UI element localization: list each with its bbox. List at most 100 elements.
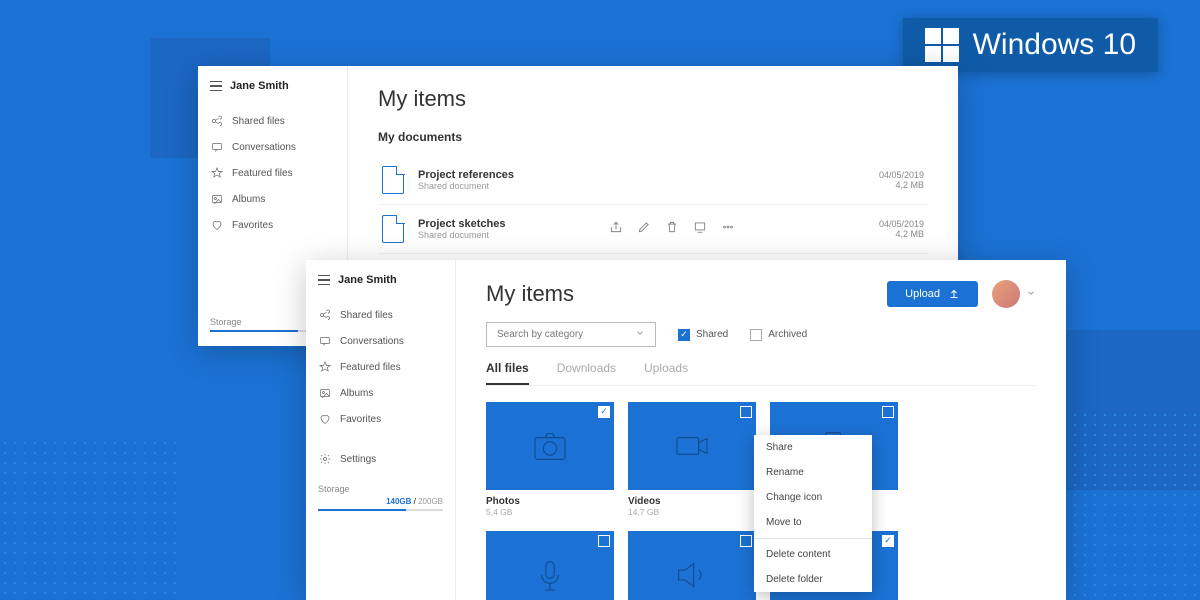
download-icon[interactable] — [693, 220, 707, 239]
document-subtitle: Shared document — [418, 230, 505, 240]
filters: Search by category Shared Archived — [486, 322, 1036, 347]
chevron-down-icon[interactable] — [1026, 285, 1036, 303]
sidebar-item-label: Albums — [340, 388, 373, 399]
storage-label: Storage — [318, 484, 443, 494]
topbar: My items Upload — [486, 280, 1036, 308]
card-checkbox-icon[interactable] — [598, 535, 610, 547]
page-title: My items — [486, 281, 574, 307]
sidebar-item-label: Featured files — [340, 362, 401, 373]
document-date: 04/05/2019 — [879, 219, 924, 229]
tab-downloads[interactable]: Downloads — [557, 361, 616, 385]
star-icon — [210, 166, 224, 180]
sidebar-item-featured-files[interactable]: Featured files — [210, 160, 335, 186]
windows-badge: Windows 10 — [903, 18, 1158, 72]
ctx-delete-folder[interactable]: Delete folder — [754, 567, 872, 592]
more-icon[interactable] — [721, 220, 735, 239]
filter-archived-checkbox[interactable]: Archived — [750, 329, 807, 341]
image-icon — [318, 386, 332, 400]
sidebar-header: Jane Smith — [318, 274, 443, 286]
document-row[interactable]: Project references Shared document 04/05… — [378, 156, 928, 205]
chevron-down-icon — [635, 328, 645, 341]
context-menu: Share Rename Change icon Move to Delete … — [754, 435, 872, 592]
sidebar-item-shared-files[interactable]: Shared files — [318, 302, 443, 328]
sidebar-item-conversations[interactable]: Conversations — [318, 328, 443, 354]
ctx-delete-content[interactable]: Delete content — [754, 542, 872, 567]
storage-values: 140GB / 200GB — [318, 497, 443, 506]
speaker-icon — [672, 555, 712, 595]
ctx-move-to[interactable]: Move to — [754, 510, 872, 535]
tab-all-files[interactable]: All files — [486, 361, 529, 385]
folder-card[interactable] — [628, 531, 756, 600]
sidebar-item-label: Conversations — [340, 336, 404, 347]
edit-icon[interactable] — [637, 220, 651, 239]
sidebar-item-label: Shared files — [232, 116, 285, 127]
card-checkbox-icon[interactable] — [598, 406, 610, 418]
menu-icon[interactable] — [318, 275, 330, 285]
sidebar-item-label: Featured files — [232, 168, 293, 179]
document-name: Project sketches — [418, 218, 505, 230]
sidebar-item-label: Conversations — [232, 142, 296, 153]
sidebar-item-favorites[interactable]: Favorites — [210, 212, 335, 238]
chat-icon — [210, 140, 224, 154]
ctx-share[interactable]: Share — [754, 435, 872, 460]
upload-button[interactable]: Upload — [887, 281, 978, 307]
card-name: Photos — [486, 496, 614, 507]
windows-logo-icon — [925, 28, 959, 62]
section-title: My documents — [378, 130, 928, 144]
sidebar-header: Jane Smith — [210, 80, 335, 92]
category-select[interactable]: Search by category — [486, 322, 656, 347]
tab-uploads[interactable]: Uploads — [644, 361, 688, 385]
sidebar-item-settings[interactable]: Settings — [318, 446, 443, 472]
folder-card[interactable]: Photos 5,4 GB — [486, 402, 614, 517]
folder-card[interactable]: Videos 14,7 GB — [628, 402, 756, 517]
user-name: Jane Smith — [338, 274, 397, 286]
sidebar-item-label: Favorites — [232, 220, 273, 231]
avatar[interactable] — [992, 280, 1020, 308]
sidebar-item-label: Favorites — [340, 414, 381, 425]
card-checkbox-icon[interactable] — [882, 535, 894, 547]
gear-icon — [318, 452, 332, 466]
document-size: 4,2 MB — [879, 229, 924, 239]
window-grid-view: Jane Smith Shared files Conversations Fe… — [306, 260, 1066, 600]
card-checkbox-icon[interactable] — [740, 535, 752, 547]
sidebar-item-favorites[interactable]: Favorites — [318, 406, 443, 432]
share-icon — [210, 114, 224, 128]
camera-icon — [530, 426, 570, 466]
ctx-change-icon[interactable]: Change icon — [754, 485, 872, 510]
document-icon — [382, 166, 404, 194]
document-row[interactable]: Project sketches Shared document 04/05/2… — [378, 205, 928, 254]
folder-card[interactable]: Voice recordings — [486, 531, 614, 600]
sidebar-item-conversations[interactable]: Conversations — [210, 134, 335, 160]
separator — [754, 538, 872, 539]
document-size: 4,2 MB — [879, 180, 924, 190]
image-icon — [210, 192, 224, 206]
row-actions — [609, 220, 735, 239]
document-date: 04/05/2019 — [879, 170, 924, 180]
sidebar-item-featured-files[interactable]: Featured files — [318, 354, 443, 380]
user-name: Jane Smith — [230, 80, 289, 92]
card-checkbox-icon[interactable] — [882, 406, 894, 418]
microphone-icon — [530, 555, 570, 595]
chat-icon — [318, 334, 332, 348]
video-icon — [672, 426, 712, 466]
heart-icon — [318, 412, 332, 426]
card-size: 14,7 GB — [628, 507, 756, 517]
card-checkbox-icon[interactable] — [740, 406, 752, 418]
share-icon[interactable] — [609, 220, 623, 239]
sidebar: Jane Smith Shared files Conversations Fe… — [306, 260, 456, 600]
decorative-dots — [0, 438, 180, 598]
checkbox-icon — [750, 329, 762, 341]
sidebar-item-shared-files[interactable]: Shared files — [210, 108, 335, 134]
filter-shared-checkbox[interactable]: Shared — [678, 329, 728, 341]
card-size: 5,4 GB — [486, 507, 614, 517]
ctx-rename[interactable]: Rename — [754, 460, 872, 485]
heart-icon — [210, 218, 224, 232]
delete-icon[interactable] — [665, 220, 679, 239]
storage-bar — [318, 509, 443, 511]
document-icon — [382, 215, 404, 243]
tabs: All files Downloads Uploads — [486, 361, 1036, 386]
sidebar-item-albums[interactable]: Albums — [210, 186, 335, 212]
sidebar-item-label: Settings — [340, 454, 376, 465]
sidebar-item-albums[interactable]: Albums — [318, 380, 443, 406]
menu-icon[interactable] — [210, 81, 222, 91]
